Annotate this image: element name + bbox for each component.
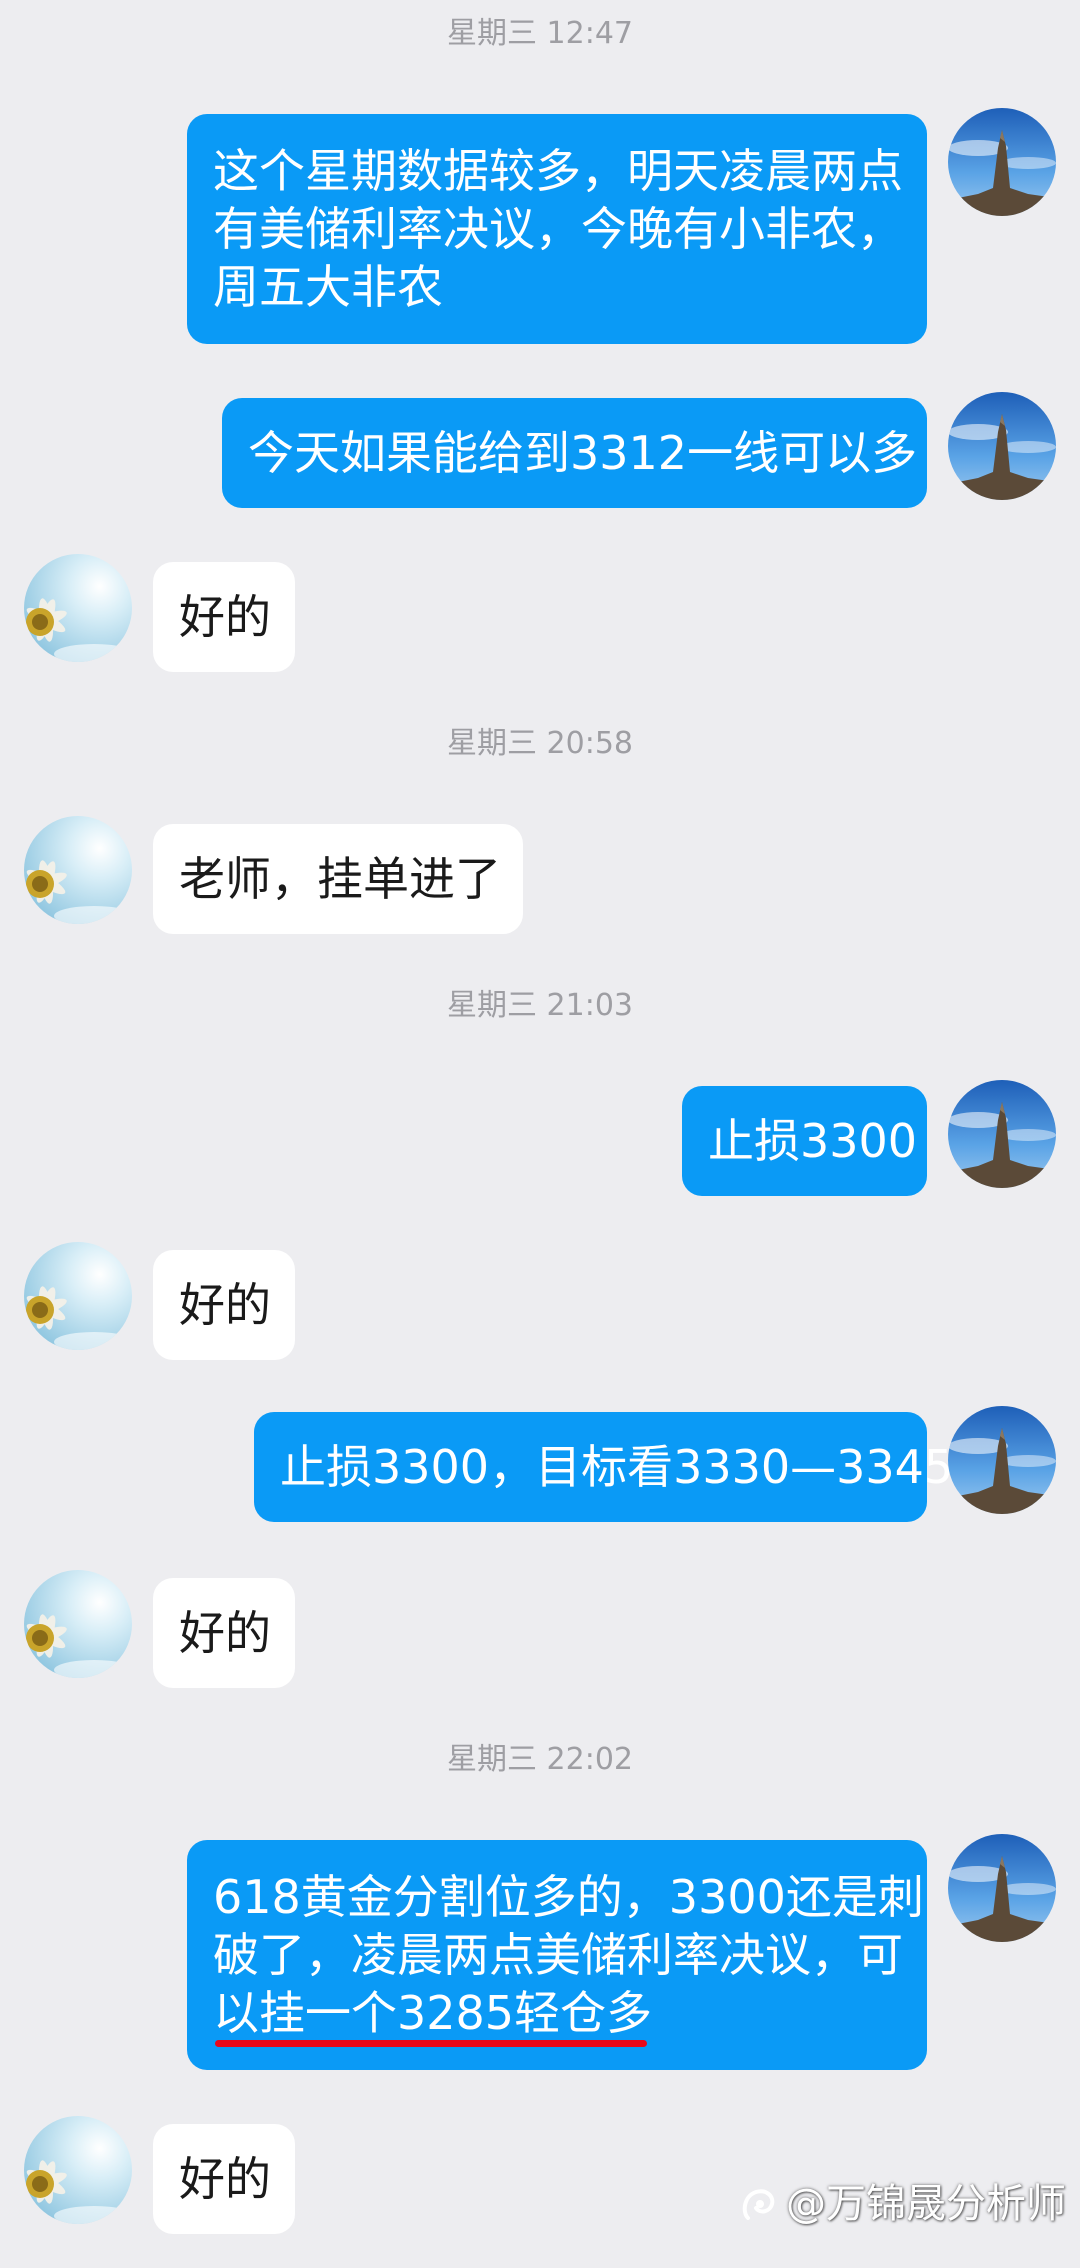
incoming-message-bubble[interactable]: 好的 xyxy=(153,1578,295,1688)
outgoing-message-bubble[interactable]: 618黄金分割位多的，3300还是刺 破了，凌晨两点美储利率决议，可 以挂一个3… xyxy=(187,1840,927,2070)
mountain-peak-avatar[interactable] xyxy=(948,108,1056,216)
mountain-peak-icon xyxy=(948,1834,1056,1942)
sunflower-avatar[interactable] xyxy=(24,554,132,662)
incoming-message-bubble[interactable]: 老师，挂单进了 xyxy=(153,824,523,934)
message-line: 好的 xyxy=(179,1606,271,1660)
message-line: 好的 xyxy=(179,2152,271,2206)
mountain-peak-icon xyxy=(948,392,1056,500)
message-line: 周五大非农 xyxy=(213,260,443,314)
message-line: 这个星期数据较多，明天凌晨两点 xyxy=(213,144,903,198)
mountain-peak-icon xyxy=(948,1406,1056,1514)
outgoing-message-bubble[interactable]: 止损3300 xyxy=(682,1086,927,1196)
message-line: 以挂一个3285轻仓多 xyxy=(213,1986,653,2040)
sunflower-icon xyxy=(24,816,132,924)
outgoing-message-bubble[interactable]: 这个星期数据较多，明天凌晨两点 有美储利率决议，今晚有小非农， 周五大非农 xyxy=(187,114,927,344)
mountain-peak-avatar[interactable] xyxy=(948,392,1056,500)
message-line: 618黄金分割位多的，3300还是刺 xyxy=(213,1870,924,1924)
sunflower-icon xyxy=(24,1570,132,1678)
timestamp: 星期三 21:03 xyxy=(447,988,633,1023)
zhihu-style-logo-icon xyxy=(738,2182,782,2226)
mountain-peak-icon xyxy=(948,1080,1056,1188)
sunflower-icon xyxy=(24,554,132,662)
timestamp: 星期三 12:47 xyxy=(447,16,633,51)
message-line: 好的 xyxy=(179,590,271,644)
outgoing-message-bubble[interactable]: 止损3300，目标看3330—3345 xyxy=(254,1412,954,1522)
sunflower-avatar[interactable] xyxy=(24,2116,132,2224)
message-line: 有美储利率决议，今晚有小非农， xyxy=(213,202,903,256)
sunflower-avatar[interactable] xyxy=(24,1242,132,1350)
incoming-message-bubble[interactable]: 好的 xyxy=(153,562,295,672)
incoming-message-bubble[interactable]: 好的 xyxy=(153,1250,295,1360)
timestamp: 星期三 20:58 xyxy=(447,726,633,761)
message-line: 老师，挂单进了 xyxy=(179,852,501,906)
message-line: 好的 xyxy=(179,1278,271,1332)
sunflower-avatar[interactable] xyxy=(24,816,132,924)
sunflower-avatar[interactable] xyxy=(24,1570,132,1678)
outgoing-message-bubble[interactable]: 今天如果能给到3312一线可以多 xyxy=(222,398,927,508)
message-line: 今天如果能给到3312一线可以多 xyxy=(248,426,918,480)
message-line: 破了，凌晨两点美储利率决议，可 xyxy=(213,1928,903,1982)
mountain-peak-avatar[interactable] xyxy=(948,1834,1056,1942)
message-line: 止损3300 xyxy=(708,1114,918,1168)
watermark: @万锦晟分析师 xyxy=(738,2178,1066,2230)
red-highlight-underline xyxy=(215,2040,647,2047)
sunflower-icon xyxy=(24,1242,132,1350)
sunflower-icon xyxy=(24,2116,132,2224)
message-line: 止损3300，目标看3330—3345 xyxy=(280,1440,954,1494)
timestamp: 星期三 22:02 xyxy=(447,1742,633,1777)
incoming-message-bubble[interactable]: 好的 xyxy=(153,2124,295,2234)
mountain-peak-icon xyxy=(948,108,1056,216)
mountain-peak-avatar[interactable] xyxy=(948,1080,1056,1188)
watermark-text: @万锦晟分析师 xyxy=(786,2181,1066,2227)
mountain-peak-avatar[interactable] xyxy=(948,1406,1056,1514)
